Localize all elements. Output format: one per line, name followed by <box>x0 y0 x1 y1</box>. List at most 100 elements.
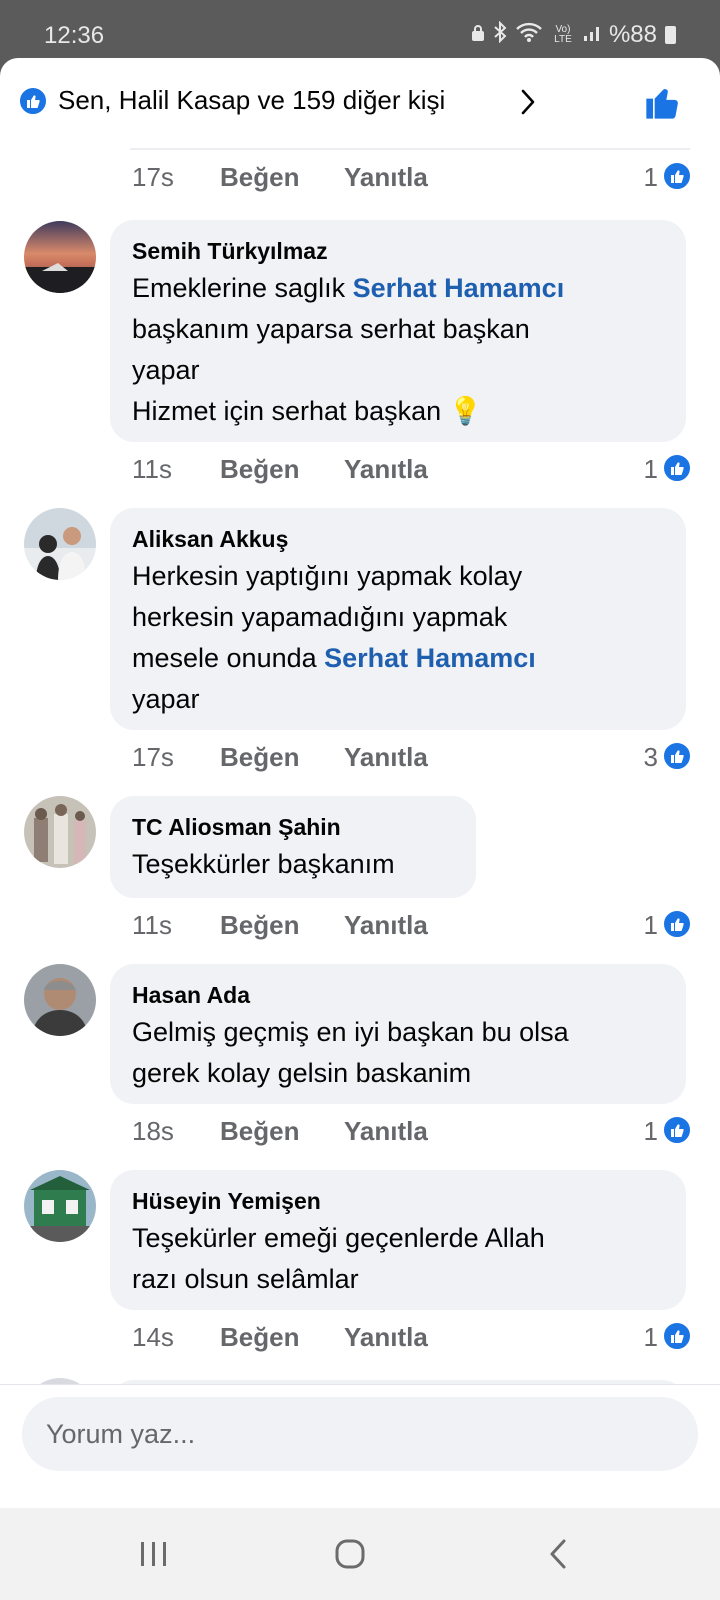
like-icon[interactable] <box>662 1321 692 1351</box>
comment-author[interactable]: TC Aliosman Şahin <box>132 810 456 844</box>
thumbs-up-icon[interactable] <box>643 82 683 127</box>
comment-text-segment: herkesin yapamadığını yapmak <box>132 602 508 632</box>
avatar[interactable] <box>24 796 96 868</box>
like-button[interactable]: Beğen <box>220 1322 299 1353</box>
divider <box>130 148 690 150</box>
home-icon[interactable] <box>320 1532 380 1576</box>
comment-author[interactable]: Hasan Ada <box>132 978 666 1012</box>
comment-bubble: Semih Türkyılmaz Emeklerine saglık Serha… <box>110 220 686 442</box>
like-icon[interactable] <box>662 909 692 939</box>
comment-text-segment: razı olsun selâmlar <box>132 1264 359 1294</box>
signal-icon <box>583 22 601 48</box>
comment-text-line: yapar <box>132 350 666 391</box>
comment-time: 18s <box>132 1116 174 1146</box>
comment-text-line: Teşekürler emeği geçenlerde Allah <box>132 1218 666 1259</box>
comment-text-segment: gerek kolay gelsin baskanim <box>132 1058 472 1088</box>
wifi-icon <box>515 21 543 49</box>
reaction-count: 1 <box>643 1116 658 1146</box>
reaction-count: 1 <box>643 1322 658 1352</box>
comment-text-line: Teşekkürler başkanım <box>132 844 456 885</box>
comment-text-line: Gelmiş geçmiş en iyi başkan bu olsa <box>132 1012 666 1053</box>
comment-input-container[interactable] <box>22 1397 698 1471</box>
comment-text-segment: Emeklerine saglık <box>132 273 353 303</box>
comment-text-line: razı olsun selâmlar <box>132 1259 666 1300</box>
mention-link[interactable]: Serhat Hamamcı <box>324 643 536 673</box>
comment-text-line: Hizmet için serhat başkan 💡 <box>132 391 666 432</box>
status-bar: 12:36 Vo) LTE %88 <box>0 0 720 62</box>
reactions-summary-text: Sen, Halil Kasap ve 159 diğer kişi <box>58 85 446 115</box>
comment-text-line: mesele onunda Serhat Hamamcı <box>132 638 666 679</box>
comment-bubble: Hasan Ada Gelmiş geçmiş en iyi başkan bu… <box>110 964 686 1104</box>
comment-bubble: TC Aliosman Şahin Teşekkürler başkanım <box>110 796 476 898</box>
comment-text-segment: Teşekürler emeği geçenlerde Allah <box>132 1223 545 1253</box>
chevron-right-icon <box>520 88 536 121</box>
comment-text: Teşekkürler başkanım <box>132 844 456 885</box>
reply-button[interactable]: Yanıtla <box>344 454 428 485</box>
avatar[interactable] <box>24 508 96 580</box>
system-nav-bar <box>0 1508 720 1600</box>
like-icon[interactable] <box>662 1115 692 1145</box>
like-icon[interactable] <box>662 453 692 483</box>
reply-button[interactable]: Yanıtla <box>344 910 428 941</box>
comment-actions: 18s Beğen Yanıtla 1 <box>132 1115 692 1152</box>
like-button[interactable]: Beğen <box>220 742 299 773</box>
comment-text: Herkesin yaptığını yapmak kolay herkesin … <box>132 556 666 720</box>
comment-bubble: Hüseyin Yemişen Teşekürler emeği geçenle… <box>110 1170 686 1310</box>
like-button[interactable]: Beğen <box>220 1116 299 1147</box>
reply-button[interactable]: Yanıtla <box>344 742 428 773</box>
reply-button[interactable]: Yanıtla <box>344 1322 428 1353</box>
avatar[interactable] <box>24 1170 96 1242</box>
comment-time: 11s <box>132 454 172 484</box>
comment-actions: 17s Beğen Yanıtla 3 <box>132 741 692 778</box>
comment-text: Gelmiş geçmiş en iyi başkan bu olsa gerek… <box>132 1012 666 1094</box>
comment-composer <box>0 1384 720 1508</box>
status-icons: Vo) LTE %88 <box>471 20 676 50</box>
battery-icon <box>665 26 676 44</box>
comment-actions: 11s Beğen Yanıtla 1 <box>132 453 692 490</box>
reply-button[interactable]: Yanıtla <box>344 1116 428 1147</box>
comment-text-segment: Hizmet için serhat başkan 💡 <box>132 396 483 426</box>
comment-time: 17s <box>132 162 174 192</box>
comment-actions: 11s Beğen Yanıtla 1 <box>132 909 692 946</box>
back-icon[interactable] <box>528 1532 588 1576</box>
comment-text: Teşekürler emeği geçenlerde Allah razı ol… <box>132 1218 666 1300</box>
like-icon[interactable] <box>662 161 692 191</box>
reactions-summary[interactable]: Sen, Halil Kasap ve 159 diğer kişi <box>0 58 720 150</box>
comment-actions: 14s Beğen Yanıtla 1 <box>132 1321 692 1358</box>
reaction-count: 1 <box>643 162 658 192</box>
comment-author[interactable]: Aliksan Akkuş <box>132 522 666 556</box>
comment-author[interactable]: Hüseyin Yemişen <box>132 1184 666 1218</box>
like-icon[interactable] <box>662 741 692 771</box>
comment-input[interactable] <box>22 1397 698 1471</box>
recent-apps-icon[interactable] <box>124 1532 184 1576</box>
comment-time: 17s <box>132 742 174 772</box>
comment-text-line: yapar <box>132 679 666 720</box>
status-time: 12:36 <box>44 22 105 49</box>
mention-link[interactable]: Serhat Hamamcı <box>353 273 565 303</box>
like-button[interactable]: Beğen <box>220 910 299 941</box>
comment-text-line: Emeklerine saglık Serhat Hamamcı <box>132 268 666 309</box>
reaction-count: 1 <box>643 454 658 484</box>
reaction-count: 1 <box>643 910 658 940</box>
comment-text-segment: yapar <box>132 684 200 714</box>
comment-text: Emeklerine saglık Serhat Hamamcı başkanım… <box>132 268 666 432</box>
volte-icon: Vo) LTE <box>554 24 572 45</box>
avatar[interactable] <box>24 221 96 293</box>
comment-text-line: başkanım yaparsa serhat başkan <box>132 309 666 350</box>
reply-button[interactable]: Yanıtla <box>344 162 428 193</box>
comment-time: 11s <box>132 910 172 940</box>
comment-text-segment: Gelmiş geçmiş en iyi başkan bu olsa <box>132 1017 569 1047</box>
lock-icon <box>471 22 485 48</box>
comment-text-line: Herkesin yaptığını yapmak kolay <box>132 556 666 597</box>
like-button[interactable]: Beğen <box>220 454 299 485</box>
like-icon <box>18 86 48 116</box>
like-button[interactable]: Beğen <box>220 162 299 193</box>
avatar[interactable] <box>24 964 96 1036</box>
comment-author[interactable]: Semih Türkyılmaz <box>132 234 666 268</box>
battery-percent: %88 <box>608 21 657 48</box>
comment-actions: 17s Beğen Yanıtla 1 <box>132 161 692 198</box>
comment-text-segment: başkanım yaparsa serhat başkan <box>132 314 530 344</box>
comment-time: 14s <box>132 1322 174 1352</box>
comment-text-line: gerek kolay gelsin baskanim <box>132 1053 666 1094</box>
comment-text-segment: yapar <box>132 355 200 385</box>
